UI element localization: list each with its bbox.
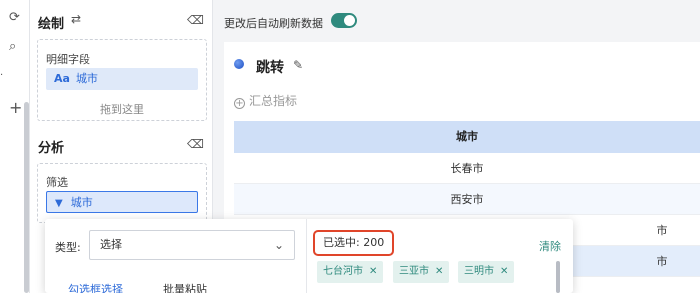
drop-hint: 拖到这里 xyxy=(100,103,144,116)
funnel-icon: ▼ xyxy=(55,198,63,209)
selected-tag[interactable]: 三亚市 ✕ xyxy=(393,261,450,283)
close-icon[interactable]: ✕ xyxy=(435,266,443,277)
auto-refresh-toggle[interactable] xyxy=(331,13,357,28)
field-name: 城市 xyxy=(75,72,98,85)
clear-button[interactable]: 清除 xyxy=(539,238,561,254)
table-row: 西安市 xyxy=(234,184,700,215)
toolbar-scrollbar[interactable] xyxy=(24,102,29,293)
field-name: 城市 xyxy=(70,196,93,209)
card-title: 跳转 xyxy=(256,60,284,76)
selected-tag[interactable]: 七台河市 ✕ xyxy=(317,261,384,283)
text-type-icon: Aa xyxy=(54,72,70,85)
selected-count-badge: 已选中: 200 xyxy=(313,230,395,256)
filter-type-pane: 类型: 选择 ⌄ 勾选框选择 批量粘贴 xyxy=(45,219,307,293)
edit-icon[interactable]: ✎ xyxy=(293,58,303,72)
filter-label: 筛选 xyxy=(46,176,68,189)
selected-tag[interactable]: 三明市 ✕ xyxy=(458,261,515,283)
auto-refresh-label: 更改后自动刷新数据 xyxy=(224,17,323,30)
tab-batch-paste[interactable]: 批量粘贴 xyxy=(163,281,207,293)
table-row: 长春市 xyxy=(234,153,700,184)
component-dot-icon xyxy=(234,59,244,69)
filter-field-chip[interactable]: ▼ 城市 xyxy=(46,191,198,213)
left-toolbar: ⟳ ⌕ . + xyxy=(0,0,30,293)
popup-scrollbar[interactable] xyxy=(556,261,560,293)
add-metric-label: 汇总指标 xyxy=(249,94,298,108)
search-doc-icon[interactable]: ⌕ xyxy=(9,40,16,54)
toggle-knob xyxy=(344,15,355,26)
refresh-icon[interactable]: ⟳ xyxy=(9,11,20,25)
detail-field-chip[interactable]: Aa 城市 xyxy=(46,68,198,90)
settings-sliders-icon[interactable]: ⇄ xyxy=(71,12,81,26)
detail-fields-dropzone[interactable]: 明细字段 Aa 城市 拖到这里 xyxy=(37,39,207,121)
dot-icon: . xyxy=(0,67,4,78)
filter-type-select[interactable]: 选择 ⌄ xyxy=(89,230,295,260)
eraser-icon[interactable]: ⌫ xyxy=(187,137,204,151)
add-icon[interactable]: + xyxy=(9,100,22,116)
eraser-icon[interactable]: ⌫ xyxy=(187,13,204,27)
tag-label: 七台河市 xyxy=(323,266,363,277)
tag-label: 三明市 xyxy=(464,266,494,277)
tab-checkbox-select[interactable]: 勾选框选择 xyxy=(68,281,123,293)
tag-label: 三亚市 xyxy=(399,266,429,277)
filter-dropzone[interactable]: 筛选 ▼ 城市 xyxy=(37,163,207,223)
table-header: 城市 xyxy=(234,121,700,153)
close-icon[interactable]: ✕ xyxy=(500,266,508,277)
close-icon[interactable]: ✕ xyxy=(369,266,377,277)
add-circle-icon: + xyxy=(234,98,245,109)
selected-values-pane: 已选中: 200 清除 七台河市 ✕ 三亚市 ✕ 三明市 ✕ xyxy=(307,219,573,293)
chevron-down-icon: ⌄ xyxy=(273,238,284,252)
add-metric-button[interactable]: + 汇总指标 xyxy=(234,92,297,109)
draw-section-title: 绘制 xyxy=(38,17,65,32)
detail-fields-label: 明细字段 xyxy=(46,53,90,66)
type-select-value: 选择 xyxy=(100,238,122,251)
filter-popup: 类型: 选择 ⌄ 勾选框选择 批量粘贴 已选中: 200 清除 七台河市 ✕ 三亚… xyxy=(45,219,573,293)
analysis-section-title: 分析 xyxy=(38,141,65,156)
type-label: 类型: xyxy=(55,241,81,254)
